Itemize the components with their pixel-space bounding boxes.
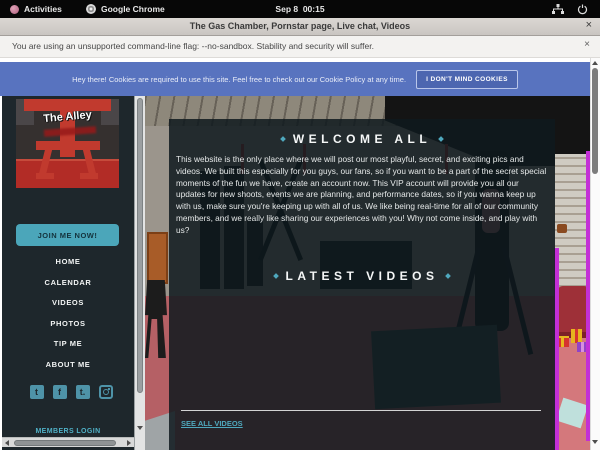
scroll-up-icon[interactable] bbox=[592, 61, 598, 65]
divider bbox=[181, 410, 541, 411]
flag-warning-infobar: You are using an unsupported command-lin… bbox=[0, 36, 600, 58]
system-top-bar: Activities Google Chrome Sep 8 00:15 bbox=[0, 0, 600, 18]
sidebar-item-home[interactable]: HOME bbox=[2, 257, 134, 266]
sidebar-hscroll-thumb[interactable] bbox=[14, 440, 116, 446]
scroll-down-icon[interactable] bbox=[137, 426, 143, 430]
scroll-down-icon[interactable] bbox=[592, 440, 598, 444]
browser-viewport: Hey there! Cookies are required to use t… bbox=[0, 58, 600, 450]
welcome-heading-row: WELCOME ALL bbox=[169, 132, 555, 146]
see-all-videos-link[interactable]: SEE ALL VIDEOS bbox=[181, 419, 243, 428]
instagram-flash bbox=[108, 388, 110, 390]
sidebar-item-photos[interactable]: PHOTOS bbox=[2, 319, 134, 328]
power-icon bbox=[577, 4, 588, 15]
sidebar-item-calendar[interactable]: CALENDAR bbox=[2, 278, 134, 287]
sidebar-item-tip-me[interactable]: TIP ME bbox=[2, 339, 134, 348]
cookie-notice-text: Hey there! Cookies are required to use t… bbox=[72, 75, 406, 84]
main-panel: WELCOME ALL This website is the only pla… bbox=[169, 119, 555, 450]
screen: Activities Google Chrome Sep 8 00:15 Th bbox=[0, 0, 600, 450]
sidebar-vscroll-thumb[interactable] bbox=[137, 98, 143, 393]
welcome-paragraph: This website is the only place where we … bbox=[176, 154, 548, 236]
photo-gift-box bbox=[571, 329, 582, 343]
clock[interactable]: Sep 8 00:15 bbox=[0, 0, 600, 18]
photo-wall-fixture bbox=[557, 224, 567, 233]
page-vertical-scrollbar[interactable] bbox=[590, 58, 600, 450]
social-links-row: t f t. bbox=[2, 385, 134, 399]
cookie-accept-button[interactable]: I DON'T MIND COOKIES bbox=[416, 70, 518, 89]
sidebar-horizontal-scrollbar[interactable] bbox=[2, 437, 134, 447]
sidebar-item-about-me[interactable]: ABOUT ME bbox=[2, 360, 134, 369]
members-login-link[interactable]: MEMBERS LOGIN bbox=[2, 428, 134, 435]
power-tray-icon[interactable] bbox=[577, 0, 588, 18]
star-icon bbox=[280, 136, 286, 142]
scroll-right-icon[interactable] bbox=[127, 440, 131, 446]
star-icon bbox=[273, 274, 279, 280]
clock-text: Sep 8 00:15 bbox=[275, 4, 324, 14]
instagram-icon[interactable] bbox=[99, 385, 113, 399]
network-icon bbox=[552, 4, 564, 15]
window-title: The Gas Chamber, Pornstar page, Live cha… bbox=[0, 21, 600, 31]
window-close-button[interactable]: × bbox=[586, 19, 592, 31]
network-tray-icon[interactable] bbox=[552, 0, 564, 18]
star-icon bbox=[446, 274, 452, 280]
sidebar-vertical-scrollbar[interactable] bbox=[134, 96, 145, 450]
star-icon bbox=[438, 136, 444, 142]
page-scrollbar-thumb[interactable] bbox=[592, 68, 598, 174]
sidebar: The Alley JOIN ME NOW! HOME CALENDAR VID… bbox=[2, 96, 134, 450]
twitter-icon[interactable]: t bbox=[30, 385, 44, 399]
site-logo[interactable]: The Alley bbox=[16, 99, 119, 188]
welcome-heading: WELCOME ALL bbox=[293, 132, 431, 146]
cookie-notice-bar: Hey there! Cookies are required to use t… bbox=[0, 62, 590, 96]
logo-structure bbox=[80, 173, 98, 179]
sidebar-item-videos[interactable]: VIDEOS bbox=[2, 298, 134, 307]
latest-videos-heading: LATEST VIDEOS bbox=[286, 269, 439, 283]
photo-door bbox=[147, 232, 168, 284]
facebook-icon[interactable]: f bbox=[53, 385, 67, 399]
join-me-now-button[interactable]: JOIN ME NOW! bbox=[16, 224, 119, 246]
logo-structure bbox=[36, 173, 54, 179]
logo-floor bbox=[16, 159, 119, 188]
tumblr-icon[interactable]: t. bbox=[76, 385, 90, 399]
scroll-left-icon[interactable] bbox=[5, 440, 9, 446]
window-titlebar: The Gas Chamber, Pornstar page, Live cha… bbox=[0, 18, 600, 36]
latest-videos-heading-row: LATEST VIDEOS bbox=[169, 269, 555, 283]
infobar-close-button[interactable]: × bbox=[584, 39, 590, 50]
background-photo: WELCOME ALL This website is the only pla… bbox=[145, 96, 590, 450]
flag-warning-text: You are using an unsupported command-lin… bbox=[12, 41, 374, 51]
page-content: The Alley JOIN ME NOW! HOME CALENDAR VID… bbox=[0, 96, 590, 450]
photo-pink-floor bbox=[554, 338, 590, 450]
